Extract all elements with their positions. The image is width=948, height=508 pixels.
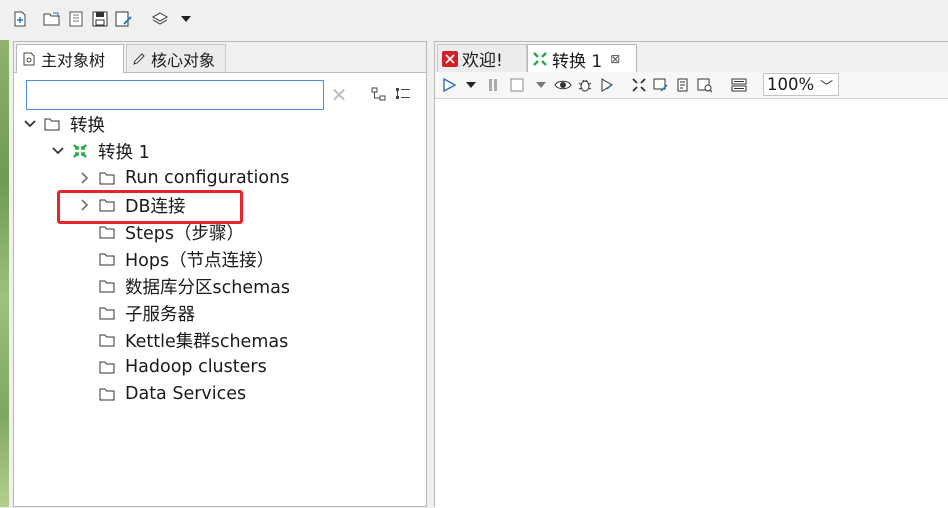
tree-node-transform[interactable]: 转换 1 bbox=[50, 139, 150, 163]
show-results-icon[interactable] bbox=[729, 75, 749, 95]
close-tab-icon[interactable]: ⊠ bbox=[610, 52, 620, 66]
tab-core-objects[interactable]: 核心对象 bbox=[126, 44, 226, 72]
tree-node-label: Hops（节点连接） bbox=[125, 250, 275, 271]
explore-database-icon[interactable] bbox=[695, 75, 715, 95]
folder-icon bbox=[99, 332, 117, 348]
tree-node-partition-schemas[interactable]: 数据库分区schemas bbox=[99, 274, 290, 298]
stop-icon[interactable] bbox=[507, 75, 527, 95]
chevron-down-icon[interactable] bbox=[22, 116, 38, 132]
tree-node-label: Kettle集群schemas bbox=[125, 331, 289, 352]
tab-label: 转换 1 bbox=[552, 51, 603, 72]
sql-script-icon[interactable] bbox=[673, 75, 693, 95]
desktop-background-strip bbox=[0, 40, 9, 507]
debug-bug-icon[interactable] bbox=[575, 75, 595, 95]
folder-icon bbox=[44, 116, 62, 132]
zoom-level-value: 100% bbox=[767, 75, 815, 94]
tree-node-cluster-schemas[interactable]: Kettle集群schemas bbox=[99, 328, 288, 352]
tree-node-slave-servers[interactable]: 子服务器 bbox=[99, 301, 195, 325]
save-icon[interactable] bbox=[90, 9, 110, 29]
tree-node-label: 数据库分区schemas bbox=[125, 277, 290, 298]
pause-icon[interactable] bbox=[483, 75, 503, 95]
layers-dropdown-arrow-icon[interactable] bbox=[176, 9, 196, 29]
folder-icon bbox=[99, 278, 117, 294]
preview-eye-icon[interactable] bbox=[553, 75, 573, 95]
tree-node-label: Data Services bbox=[125, 384, 247, 404]
run-dropdown-arrow-icon[interactable] bbox=[461, 75, 481, 95]
tree-node-label: Run configurations bbox=[125, 168, 290, 188]
tree-node-data-services[interactable]: Data Services bbox=[99, 382, 246, 406]
tab-transform-1[interactable]: 转换 1 ⊠ bbox=[527, 44, 637, 73]
tree-node-label: 转换 1 bbox=[98, 142, 150, 163]
left-panel: 主对象树 核心对象 ✕ 转换 转换 1 Run configurations D… bbox=[13, 41, 427, 507]
replay-icon[interactable] bbox=[597, 75, 617, 95]
folder-icon bbox=[99, 359, 117, 375]
chevron-right-icon[interactable] bbox=[77, 170, 93, 186]
highlight-annotation-box bbox=[57, 190, 243, 224]
explore-repository-icon[interactable] bbox=[66, 9, 86, 29]
transformation-icon bbox=[72, 142, 90, 160]
save-as-icon[interactable] bbox=[114, 9, 134, 29]
editor-tab-bar: 欢迎! 转换 1 ⊠ bbox=[435, 42, 948, 73]
folder-icon bbox=[99, 170, 117, 186]
zoom-level-select[interactable]: 100% ﹀ bbox=[763, 73, 839, 96]
tree-node-label: 子服务器 bbox=[125, 304, 195, 325]
spoon-logo-icon bbox=[442, 50, 458, 67]
search-input[interactable] bbox=[26, 80, 324, 110]
right-panel: 欢迎! 转换 1 ⊠ 100% ﹀ bbox=[434, 41, 948, 508]
run-icon[interactable] bbox=[439, 75, 459, 95]
verify-icon[interactable] bbox=[629, 75, 649, 95]
open-file-icon[interactable] bbox=[42, 9, 62, 29]
canvas-toolbar: 100% ﹀ bbox=[435, 72, 948, 99]
tab-label: 主对象树 bbox=[41, 51, 106, 70]
transformation-canvas[interactable] bbox=[435, 99, 948, 508]
tab-welcome[interactable]: 欢迎! bbox=[437, 44, 527, 72]
tree-node-hops[interactable]: Hops（节点连接） bbox=[99, 247, 274, 271]
main-toolbar bbox=[0, 0, 948, 40]
folder-icon bbox=[99, 305, 117, 321]
folder-icon bbox=[99, 251, 117, 267]
expand-all-icon[interactable] bbox=[394, 85, 412, 103]
clear-search-icon[interactable]: ✕ bbox=[328, 83, 350, 107]
collapse-all-icon[interactable] bbox=[370, 85, 388, 103]
tab-label: 核心对象 bbox=[151, 50, 216, 70]
stop-dropdown-arrow-icon[interactable] bbox=[531, 75, 551, 95]
tree-node-run-configurations[interactable]: Run configurations bbox=[77, 166, 289, 190]
panel-splitter[interactable] bbox=[427, 41, 434, 507]
tree-node-root[interactable]: 转换 bbox=[22, 112, 105, 136]
pencil-icon bbox=[131, 51, 147, 67]
document-icon bbox=[21, 51, 37, 67]
folder-icon bbox=[99, 224, 117, 240]
new-file-icon[interactable] bbox=[10, 9, 30, 29]
tree-node-label: Hadoop clusters bbox=[125, 357, 267, 377]
tree-node-hadoop-clusters[interactable]: Hadoop clusters bbox=[99, 355, 267, 379]
chevron-down-icon: ﹀ bbox=[819, 80, 833, 95]
transformation-icon bbox=[532, 51, 548, 67]
tab-label: 欢迎! bbox=[462, 51, 503, 71]
folder-icon bbox=[99, 386, 117, 402]
left-tab-bar: 主对象树 核心对象 bbox=[14, 42, 426, 73]
layers-icon[interactable] bbox=[150, 9, 170, 29]
tab-main-object-tree[interactable]: 主对象树 bbox=[16, 44, 124, 73]
impact-analysis-icon[interactable] bbox=[651, 75, 671, 95]
tree-node-label: 转换 bbox=[70, 115, 105, 136]
chevron-down-icon[interactable] bbox=[50, 143, 66, 159]
